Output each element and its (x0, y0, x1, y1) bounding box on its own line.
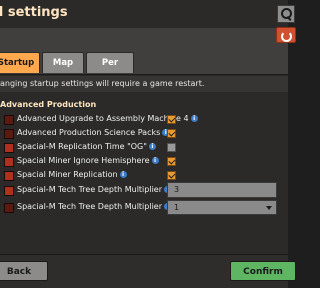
tab-per-player[interactable]: Per player (86, 52, 134, 89)
info-icon[interactable]: i (190, 115, 198, 122)
info-icon[interactable]: i (119, 171, 127, 178)
restart-notice: anging startup settings will require a g… (0, 76, 288, 92)
setting-label: Advanced Upgrade to Assembly Machine 4 (17, 114, 189, 123)
setting-label: Spacial Miner Replication (17, 170, 118, 179)
setting-row: Advanced Upgrade to Assembly Machine 4i (0, 113, 288, 127)
setting-label: Spacial Miner Ignore Hemisphere (17, 156, 150, 165)
info-icon[interactable]: i (148, 143, 156, 150)
setting-label: Advanced Production Science Packs (17, 128, 161, 137)
setting-row: Spacial Miner Ignore Hemisphere i (0, 155, 288, 169)
section-title: Advanced Production (0, 100, 97, 109)
mod-icon (4, 171, 14, 181)
setting-checkbox[interactable] (167, 143, 176, 152)
tab-map[interactable]: Map (42, 52, 84, 73)
setting-label: Spacial-M Replication Time "OG" (17, 142, 147, 151)
mod-icon (4, 186, 14, 196)
mod-icon (4, 115, 14, 125)
setting-label: Spacial-M Tech Tree Depth Multiplier (17, 202, 163, 211)
multiplier-dropdown[interactable]: 1 (167, 200, 277, 215)
multiplier-input[interactable]: 3 (167, 182, 277, 198)
setting-row: Spacial-M Replication Time "OG" i (0, 141, 288, 155)
setting-checkbox[interactable] (167, 129, 176, 138)
setting-label: Spacial-M Tech Tree Depth Multiplier (17, 185, 163, 194)
title-bar[interactable]: d settings (0, 0, 295, 28)
setting-row: Spacial Miner Replication i (0, 169, 288, 183)
dropdown-value: 1 (174, 203, 180, 212)
info-icon[interactable]: i (151, 157, 159, 164)
setting-row: Advanced Production Science Packs i (0, 127, 288, 141)
window-title: d settings (0, 5, 68, 20)
reset-icon[interactable] (276, 27, 296, 43)
search-icon[interactable] (277, 5, 295, 23)
tab-startup[interactable]: Startup (0, 52, 40, 73)
confirm-button[interactable]: Confirm (230, 261, 296, 281)
chevron-down-icon (266, 206, 272, 210)
mod-icon (4, 157, 14, 167)
setting-checkbox[interactable] (167, 171, 176, 180)
mod-icon (4, 203, 14, 213)
back-button[interactable]: Back (0, 261, 48, 281)
mod-icon (4, 143, 14, 153)
setting-checkbox[interactable] (167, 115, 176, 124)
setting-checkbox[interactable] (167, 157, 176, 166)
mod-settings-window: d settings Startup Map Per player anging… (0, 0, 296, 288)
tab-bar: Startup Map Per player (0, 52, 288, 89)
mod-icon (4, 129, 14, 139)
